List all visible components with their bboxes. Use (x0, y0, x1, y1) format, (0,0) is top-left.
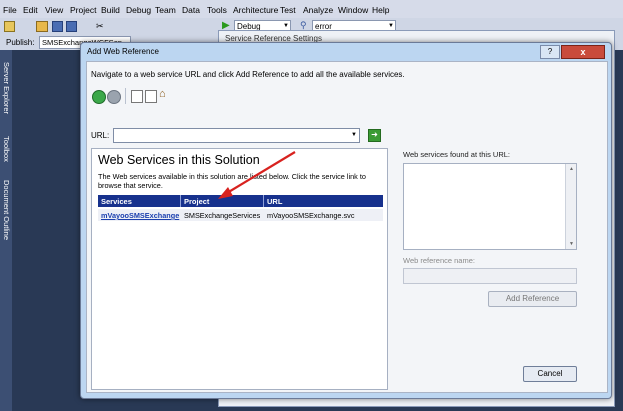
refresh-icon[interactable] (145, 90, 157, 103)
home-icon[interactable]: ⌂ (159, 88, 166, 100)
forward-icon[interactable] (107, 90, 121, 104)
table-row: mVayooSMSExchange SMSExchangeServices mV… (98, 209, 383, 221)
dialog-title: Add Web Reference (87, 47, 159, 56)
url-label: URL: (91, 131, 110, 140)
dialog-client-area: Navigate to a web service URL and click … (86, 61, 608, 393)
publish-label: Publish: (6, 38, 35, 47)
chevron-down-icon: ▼ (283, 23, 289, 29)
menu-file[interactable]: File (3, 5, 17, 15)
web-browser-pane: Web Services in this Solution The Web se… (91, 148, 388, 390)
save-icon[interactable] (52, 21, 63, 32)
scroll-down-icon[interactable]: ▼ (569, 241, 574, 247)
add-reference-button[interactable]: Add Reference (488, 291, 577, 307)
menu-test[interactable]: Test (280, 5, 296, 15)
browser-heading: Web Services in this Solution (98, 153, 260, 167)
url-input[interactable]: ▼ (113, 128, 360, 143)
service-link[interactable]: mVayooSMSExchange (101, 211, 179, 220)
side-tabs: Server Explorer Toolbox Document Outline (0, 50, 12, 411)
menu-analyze[interactable]: Analyze (303, 5, 333, 15)
new-project-icon[interactable] (4, 21, 15, 32)
back-icon[interactable] (92, 90, 106, 104)
menu-team[interactable]: Team (155, 5, 176, 15)
cancel-button[interactable]: Cancel (523, 366, 577, 382)
column-divider (180, 195, 181, 207)
browser-description: The Web services available in this solut… (98, 172, 366, 190)
project-cell: SMSExchangeServices (184, 211, 261, 220)
stop-icon[interactable] (131, 90, 143, 103)
column-header-url: URL (267, 197, 283, 206)
server-explorer-tab[interactable]: Server Explorer (1, 62, 11, 114)
cut-icon[interactable]: ✂ (96, 21, 104, 32)
menu-view[interactable]: View (45, 5, 63, 15)
toolbar-separator (125, 88, 126, 104)
chevron-down-icon: ▼ (388, 23, 394, 29)
menu-tools[interactable]: Tools (207, 5, 227, 15)
menu-architecture[interactable]: Architecture (233, 5, 278, 15)
found-services-label: Web services found at this URL: (403, 150, 510, 159)
document-outline-tab[interactable]: Document Outline (1, 180, 11, 240)
url-cell: mVayooSMSExchange.svc (267, 211, 355, 220)
menu-data[interactable]: Data (182, 5, 200, 15)
open-file-icon[interactable] (36, 21, 48, 32)
menu-help[interactable]: Help (372, 5, 389, 15)
chevron-down-icon[interactable]: ▼ (351, 132, 357, 138)
add-web-reference-dialog: Add Web Reference ? x Navigate to a web … (80, 42, 612, 399)
help-button[interactable]: ? (540, 45, 560, 59)
go-button[interactable]: ➜ (368, 129, 381, 142)
table-header: Services Project URL (98, 195, 383, 207)
web-reference-name-label: Web reference name: (403, 256, 475, 265)
save-all-icon[interactable] (66, 21, 77, 32)
menu-edit[interactable]: Edit (23, 5, 38, 15)
scrollbar[interactable]: ▲ ▼ (565, 164, 576, 249)
scroll-up-icon[interactable]: ▲ (569, 166, 574, 172)
instruction-text: Navigate to a web service URL and click … (91, 70, 405, 79)
menu-project[interactable]: Project (70, 5, 96, 15)
column-header-services: Services (101, 197, 132, 206)
close-button[interactable]: x (561, 45, 605, 59)
web-reference-name-input[interactable] (403, 268, 577, 284)
toolbox-tab[interactable]: Toolbox (1, 136, 11, 162)
menu-bar: File Edit View Project Build Debug Team … (0, 0, 623, 18)
menu-debug[interactable]: Debug (126, 5, 151, 15)
column-divider (263, 195, 264, 207)
found-services-list[interactable]: ▲ ▼ (403, 163, 577, 250)
menu-window[interactable]: Window (338, 5, 368, 15)
menu-build[interactable]: Build (101, 5, 120, 15)
column-header-project: Project (184, 197, 210, 206)
